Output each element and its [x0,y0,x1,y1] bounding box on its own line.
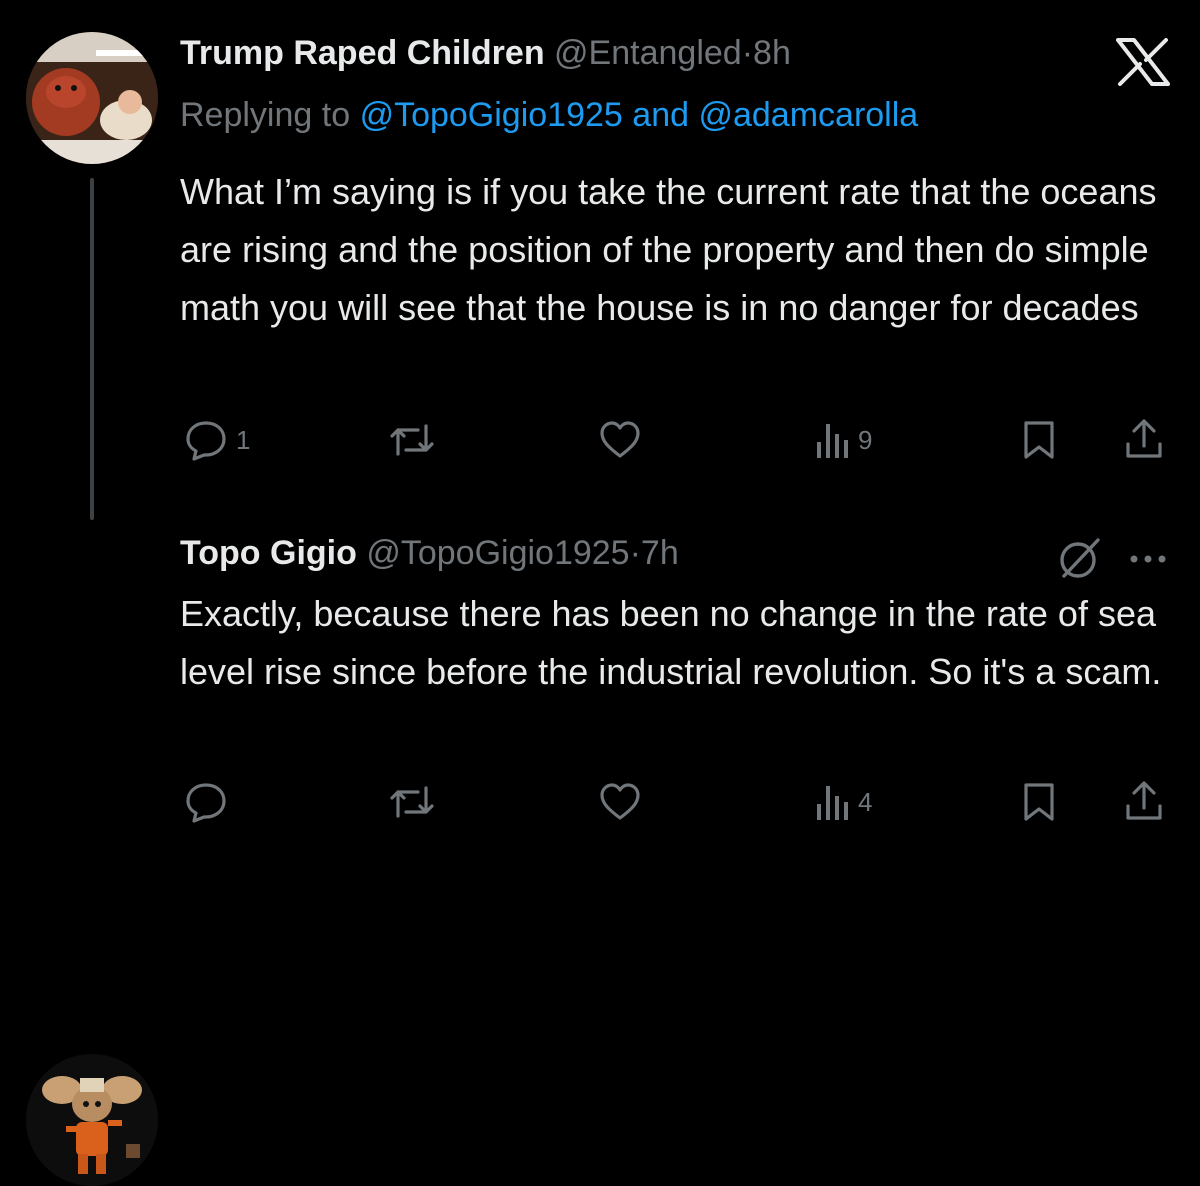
reply-button[interactable]: 1 [184,419,250,461]
replying-to: Replying to @TopoGigio1925 and @adamcaro… [180,96,918,135]
action-bar: 1 9 [0,414,1200,464]
share-button[interactable] [1124,416,1164,460]
views-button[interactable]: 9 [814,420,872,460]
bookmark-icon [1024,421,1054,459]
tweet-2[interactable]: Topo Gigio @TopoGigio1925·7h Exactly, be… [0,520,1200,1186]
avatar[interactable] [26,32,158,164]
share-button[interactable] [1124,778,1164,822]
timestamp[interactable]: 8h [753,34,791,72]
thread-line [90,178,94,520]
replying-prefix: Replying to [180,96,351,134]
avatar[interactable] [26,1054,158,1186]
view-count: 4 [858,786,873,817]
retweet-icon [390,786,434,818]
tweet-text: What I’m saying is if you take the curre… [180,171,1157,328]
handle[interactable]: @Entangled [554,34,742,72]
avatar-image [26,1054,158,1186]
bookmark-icon [1024,783,1054,821]
views-icon [817,786,848,820]
retweet-button[interactable] [388,420,436,460]
tweet-text: Exactly, because there has been no chang… [180,593,1162,692]
bookmark-button[interactable] [1022,419,1056,461]
bookmark-button[interactable] [1022,781,1056,823]
action-bar: 4 [0,776,1200,826]
tweet-header: Topo Gigio @TopoGigio1925·7h [180,534,679,573]
reply-icon [186,421,226,461]
like-icon [600,421,640,458]
avatar-image [26,32,158,164]
like-icon [600,783,640,820]
mention-link-topogigio[interactable]: @TopoGigio1925 [360,96,623,134]
separator: · [741,34,754,72]
timestamp[interactable]: 7h [641,534,679,572]
reply-button[interactable] [184,781,228,823]
separator: · [629,534,641,572]
retweet-icon [390,424,434,456]
mention-link-adamcarolla[interactable]: @adamcarolla [698,96,918,134]
display-name[interactable]: Trump Raped Children [180,34,545,72]
tweet-header: Trump Raped Children @Entangled·8h [180,34,791,73]
x-logo-icon [1116,38,1170,86]
view-count: 9 [858,424,873,455]
views-icon [817,424,848,458]
views-button[interactable]: 4 [814,782,872,822]
mention-and: and [632,96,690,134]
like-button[interactable] [598,782,642,822]
retweet-button[interactable] [388,782,436,822]
reply-count: 1 [236,424,251,455]
reply-icon [186,783,226,823]
share-icon [1126,419,1162,458]
handle[interactable]: @TopoGigio1925 [366,534,629,572]
share-icon [1126,781,1162,820]
display-name[interactable]: Topo Gigio [180,534,357,572]
tweet-1[interactable]: Trump Raped Children @Entangled·8h Reply… [0,0,1200,520]
like-button[interactable] [598,420,642,460]
grok-icon[interactable] [1056,536,1104,582]
more-icon[interactable] [1128,554,1168,564]
